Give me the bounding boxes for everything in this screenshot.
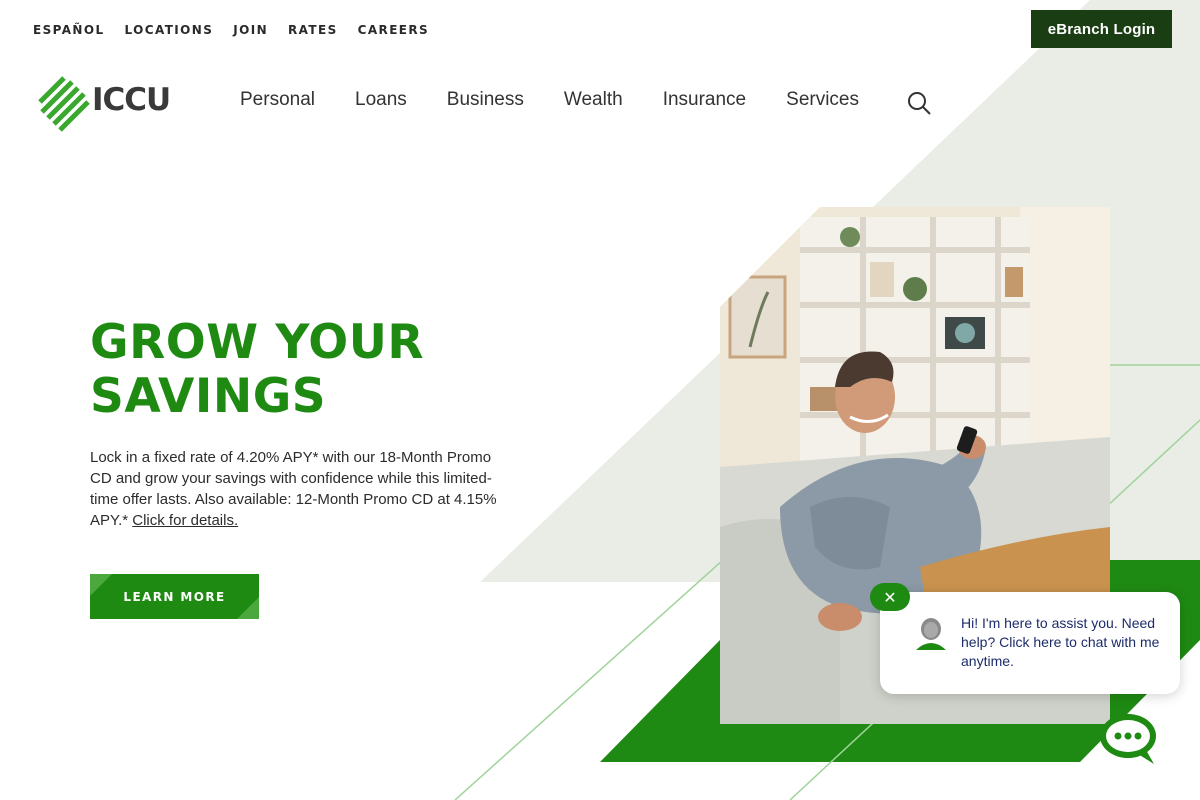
iccu-logo[interactable]: ICCU [38, 72, 178, 132]
util-link-join[interactable]: JOIN [233, 23, 268, 37]
util-link-careers[interactable]: CAREERS [358, 23, 429, 37]
hero-title-line1: GROW YOUR [90, 315, 425, 370]
ebranch-login-button[interactable]: eBranch Login [1031, 10, 1172, 48]
nav-loans[interactable]: Loans [355, 89, 407, 111]
chat-message: Hi! I'm here to assist you. Need help? C… [961, 615, 1160, 669]
nav-services[interactable]: Services [786, 89, 859, 111]
nav-personal[interactable]: Personal [240, 89, 315, 111]
details-link[interactable]: Click for details. [132, 512, 238, 529]
chat-icon[interactable] [1098, 710, 1162, 766]
util-link-rates[interactable]: RATES [288, 23, 338, 37]
main-nav: Personal Loans Business Wealth Insurance… [240, 89, 899, 111]
avatar-icon [912, 614, 950, 652]
learn-more-label: LEARN MORE [123, 589, 226, 604]
hero-title: GROW YOUR SAVINGS [90, 316, 520, 424]
nav-business[interactable]: Business [447, 89, 524, 111]
chat-popup[interactable]: Hi! I'm here to assist you. Need help? C… [880, 592, 1180, 694]
util-link-locations[interactable]: LOCATIONS [125, 23, 214, 37]
util-link-espanol[interactable]: ESPAÑOL [33, 23, 105, 37]
logo-icon [38, 76, 90, 132]
hero-body: Lock in a fixed rate of 4.20% APY* with … [90, 447, 510, 531]
logo-wordmark: ICCU [92, 82, 171, 118]
button-corner-decoration [90, 574, 112, 596]
utility-nav: ESPAÑOL LOCATIONS JOIN RATES CAREERS [33, 23, 449, 37]
button-corner-decoration [237, 597, 259, 619]
chat-close-button[interactable]: ✕ [870, 583, 910, 611]
search-icon[interactable] [906, 90, 932, 116]
nav-wealth[interactable]: Wealth [564, 89, 623, 111]
hero-title-line2: SAVINGS [90, 369, 327, 424]
nav-insurance[interactable]: Insurance [663, 89, 746, 111]
close-icon: ✕ [883, 587, 897, 607]
learn-more-button[interactable]: LEARN MORE [90, 574, 259, 619]
